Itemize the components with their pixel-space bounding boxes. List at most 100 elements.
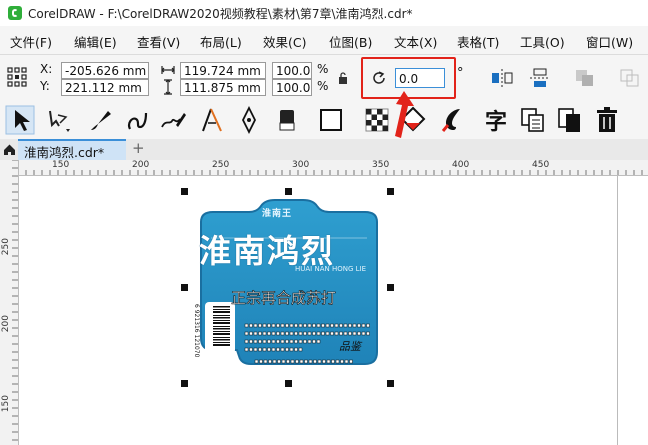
dot [276, 323, 280, 328]
artistic-media-icon[interactable] [86, 105, 116, 135]
dot [253, 323, 258, 328]
dot [253, 347, 258, 352]
dot [330, 323, 334, 328]
dot [316, 331, 321, 336]
combine-icon[interactable] [573, 67, 597, 89]
pick-tool-icon[interactable] [5, 105, 35, 135]
handle-top-center[interactable] [285, 188, 292, 195]
dot [253, 339, 258, 344]
freehand-tool-icon[interactable] [122, 105, 152, 135]
dot [244, 339, 249, 344]
menu-effects[interactable]: 效果(C) [263, 32, 306, 51]
document-tab[interactable]: 淮南鸿烈.cdr* [18, 139, 126, 160]
dot [298, 323, 303, 328]
dot [321, 331, 325, 336]
dot [253, 331, 258, 336]
smart-fill-icon[interactable] [438, 105, 468, 135]
rectangle-tool-icon[interactable] [316, 105, 346, 135]
dimension-tool-icon[interactable] [197, 105, 227, 135]
dot [313, 359, 317, 364]
label-pinyin: HUAI NAN HONG LIE [295, 265, 366, 273]
handle-top-left[interactable] [181, 188, 188, 195]
dot [276, 347, 280, 352]
dot [249, 347, 253, 352]
handle-top-right[interactable] [387, 188, 394, 195]
dot [303, 323, 307, 328]
x-label: X: [40, 62, 53, 76]
copy-properties-icon[interactable] [554, 105, 584, 135]
dot [258, 339, 262, 344]
y-position-field[interactable]: 221.112 mm [61, 79, 149, 96]
dot [281, 359, 286, 364]
reference-point-icon[interactable] [6, 66, 28, 88]
dot [267, 347, 271, 352]
dot [352, 323, 357, 328]
handle-middle-left[interactable] [181, 284, 188, 291]
label-bottom-mark: 品鉴 [339, 340, 361, 353]
dot [286, 359, 290, 364]
menu-text[interactable]: 文本(X) [394, 32, 437, 51]
scale-y-field[interactable]: 100.0 [272, 79, 312, 96]
pen-tool-icon[interactable] [234, 105, 264, 135]
menu-edit[interactable]: 编辑(E) [74, 32, 117, 51]
ruler-h-tick-200: 200 [132, 160, 150, 170]
table-tool-icon[interactable] [518, 105, 548, 135]
dot [361, 331, 366, 336]
lock-icon[interactable] [337, 71, 349, 85]
handle-bottom-right[interactable] [387, 380, 394, 387]
dot [267, 323, 271, 328]
transparency-tool-icon[interactable] [362, 105, 392, 135]
ruler-h-tick-250: 250 [212, 160, 230, 170]
handle-bottom-center[interactable] [285, 380, 292, 387]
dot [361, 323, 366, 328]
eraser-tool-icon[interactable] [272, 105, 302, 135]
dot [290, 359, 295, 364]
horizontal-ruler-marks [18, 170, 643, 175]
dot [280, 347, 285, 352]
dot [334, 323, 339, 328]
menu-file[interactable]: 文件(F) [10, 32, 52, 51]
drawing-canvas[interactable]: 淮南王 淮南鸿烈 HUAI NAN HONG LIE 正宗再合成苏打 品鉴 6 … [19, 176, 648, 445]
ruler-h-tick-350: 350 [372, 160, 390, 170]
dot [298, 347, 303, 352]
dot [280, 331, 285, 336]
x-position-field[interactable]: -205.626 mm [61, 62, 149, 79]
dot [343, 331, 348, 336]
ruler-h-tick-300: 300 [292, 160, 310, 170]
vertical-ruler[interactable]: 250 200 150 [0, 160, 19, 445]
menu-bitmaps[interactable]: 位图(B) [329, 32, 372, 51]
text-tool-icon[interactable]: 字 [482, 105, 512, 135]
menu-tools[interactable]: 工具(O) [520, 32, 565, 51]
scale-x-field[interactable]: 100.0 [272, 62, 312, 79]
dot [316, 323, 321, 328]
dot [343, 323, 348, 328]
handle-bottom-left[interactable] [181, 380, 188, 387]
smart-drawing-icon[interactable] [158, 105, 188, 135]
menu-table[interactable]: 表格(T) [457, 32, 499, 51]
menu-view[interactable]: 查看(V) [137, 32, 180, 51]
dot [276, 339, 280, 344]
mirror-vertical-icon[interactable] [528, 67, 552, 89]
height-field[interactable]: 111.875 mm [180, 79, 266, 96]
break-apart-icon[interactable] [618, 67, 642, 89]
dot [294, 339, 298, 344]
mirror-horizontal-icon[interactable] [490, 67, 514, 89]
dot [254, 359, 259, 364]
shape-tool-icon[interactable] [42, 105, 72, 135]
horizontal-ruler[interactable]: 150 200 250 300 350 400 450 [18, 160, 648, 176]
home-icon[interactable] [3, 143, 16, 156]
dot [316, 339, 321, 344]
menu-window[interactable]: 窗口(W) [586, 32, 633, 51]
dot [348, 331, 352, 336]
dot [262, 339, 267, 344]
menu-layout[interactable]: 布局(L) [200, 32, 242, 51]
handle-middle-right[interactable] [387, 284, 394, 291]
dot [294, 331, 298, 336]
dot [289, 331, 294, 336]
add-tab-button[interactable]: + [132, 139, 145, 157]
degree-symbol: ° [457, 66, 464, 81]
dot [308, 359, 313, 364]
window-title: CorelDRAW - F:\CorelDRAW2020视频教程\素材\第7章\… [28, 6, 413, 21]
delete-icon[interactable] [592, 105, 622, 135]
width-field[interactable]: 119.724 mm [180, 62, 266, 79]
